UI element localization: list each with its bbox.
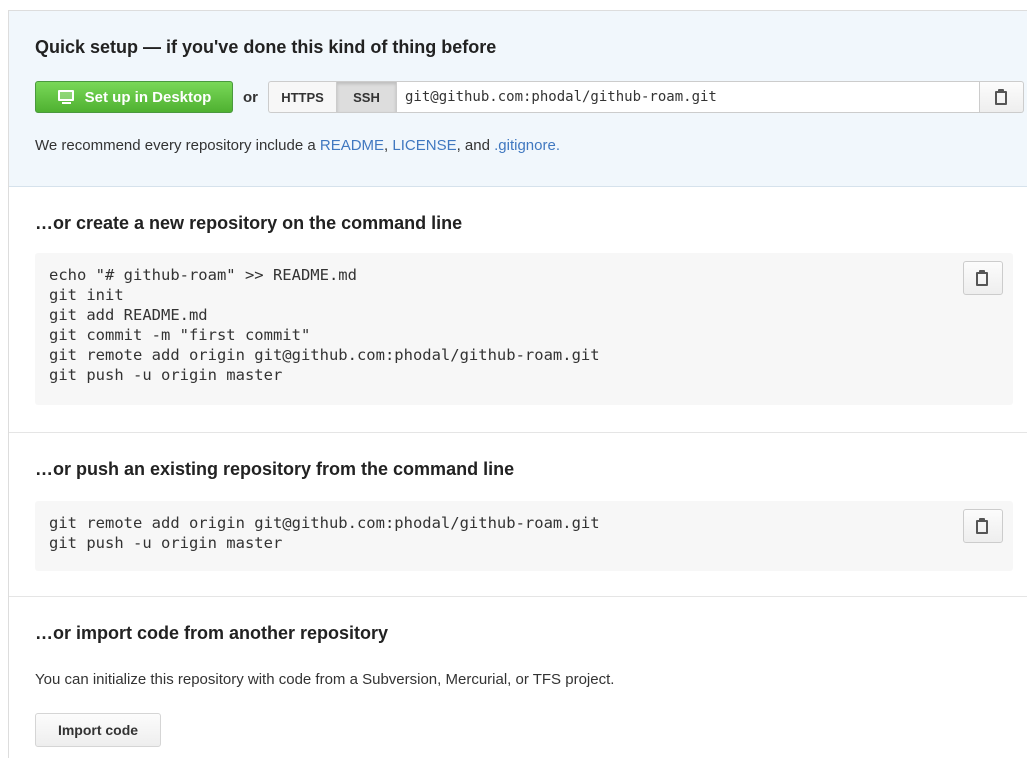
clipboard-icon <box>976 269 990 287</box>
clipboard-icon <box>994 88 1009 106</box>
repo-setup-panel: Quick setup — if you've done this kind o… <box>8 10 1027 758</box>
code-line: git push -u origin master <box>49 366 283 384</box>
code-line: git push -u origin master <box>49 534 283 552</box>
recommend-prefix: We recommend every repository include a <box>35 137 320 154</box>
or-label: or <box>243 88 258 106</box>
import-title: …or import code from another repository <box>35 623 389 643</box>
import-code-button[interactable]: Import code <box>35 713 161 747</box>
new-repo-code-block: echo "# github-roam" >> README.md git in… <box>35 253 1013 405</box>
desktop-icon <box>57 90 77 104</box>
existing-repo-title: …or push an existing repository from the… <box>35 459 515 479</box>
code-line: git init <box>49 286 124 304</box>
quick-setup-section: Quick setup — if you've done this kind o… <box>9 11 1027 187</box>
readme-link[interactable]: README <box>320 137 384 154</box>
set-up-in-desktop-button[interactable]: Set up in Desktop <box>35 81 233 113</box>
clone-url-input[interactable] <box>396 81 980 113</box>
recommend-text: We recommend every repository include a … <box>35 137 560 154</box>
code-line: git commit -m "first commit" <box>49 326 311 344</box>
code-line: git remote add origin git@github.com:pho… <box>49 514 600 532</box>
code-line: echo "# github-roam" >> README.md <box>49 266 357 284</box>
code-line: git remote add origin git@github.com:pho… <box>49 346 600 364</box>
gitignore-link[interactable]: .gitignore <box>494 137 556 154</box>
copy-clone-url-button[interactable] <box>980 81 1024 113</box>
import-section: …or import code from another repository … <box>9 597 1027 758</box>
new-repo-section: …or create a new repository on the comma… <box>9 187 1027 433</box>
quick-setup-title: Quick setup — if you've done this kind o… <box>35 37 497 57</box>
recommend-suffix: . <box>555 137 561 154</box>
clipboard-icon <box>976 517 990 535</box>
new-repo-title: …or create a new repository on the comma… <box>35 213 463 233</box>
copy-existing-repo-commands-button[interactable] <box>963 509 1003 543</box>
recommend-sep2: , and <box>456 137 495 154</box>
license-link[interactable]: LICENSE <box>392 137 456 154</box>
copy-new-repo-commands-button[interactable] <box>963 261 1003 295</box>
code-line: git add README.md <box>49 306 208 324</box>
clone-url-row: Set up in Desktop or HTTPS SSH <box>35 81 1024 113</box>
existing-repo-section: …or push an existing repository from the… <box>9 433 1027 597</box>
import-description: You can initialize this repository with … <box>35 671 615 688</box>
https-toggle[interactable]: HTTPS <box>268 81 336 113</box>
ssh-toggle[interactable]: SSH <box>336 81 396 113</box>
existing-repo-code-block: git remote add origin git@github.com:pho… <box>35 501 1013 571</box>
set-up-in-desktop-label: Set up in Desktop <box>84 88 212 106</box>
